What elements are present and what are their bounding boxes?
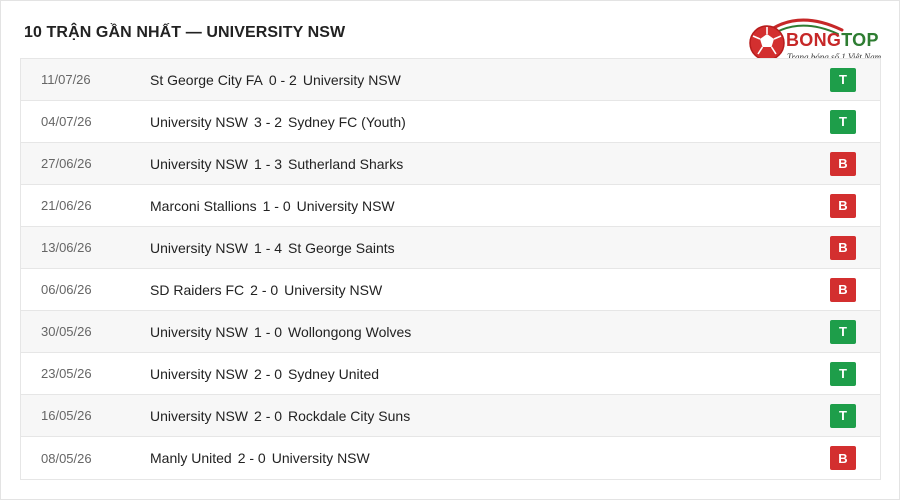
match-line: University NSW 1 - 3 Sutherland Sharks	[150, 156, 403, 172]
match-date: 06/06/26	[41, 282, 92, 297]
page-title: 10 TRẬN GẦN NHẤT — UNIVERSITY NSW	[24, 24, 346, 41]
result-badge: B	[830, 151, 856, 176]
match-date: 16/05/26	[41, 408, 92, 423]
result-badge: B	[830, 277, 856, 302]
match-row[interactable]: 27/06/26 University NSW 1 - 3 Sutherland S…	[21, 143, 880, 185]
home-team: Manly United	[150, 450, 232, 466]
match-score: 2 - 0	[254, 365, 283, 382]
match-date: 13/06/26	[41, 240, 92, 255]
match-score: 2 - 0	[250, 281, 279, 298]
result-badge: B	[830, 446, 856, 470]
away-team: Rockdale City Suns	[288, 407, 411, 424]
match-line: St George City FA 0 - 2 University NSW	[150, 72, 401, 88]
match-score: 1 - 3	[254, 155, 283, 172]
match-line: SD Raiders FC 2 - 0 University NSW	[150, 282, 382, 298]
away-team: University NSW	[296, 197, 395, 214]
result-badge: T	[830, 319, 856, 344]
result-badge: T	[830, 67, 856, 92]
away-team: University NSW	[284, 281, 383, 298]
logo-brand: BONGTOP	[786, 30, 879, 51]
match-score: 1 - 0	[262, 197, 291, 214]
match-score: 3 - 2	[254, 113, 283, 130]
match-score: 2 - 0	[254, 407, 283, 424]
match-row[interactable]: 11/07/26 St George City FA 0 - 2 Universit…	[21, 59, 880, 101]
match-line: University NSW 1 - 4 St George Saints	[150, 240, 395, 256]
logo-brand-bong: BONG	[786, 30, 842, 50]
match-date: 23/05/26	[41, 366, 92, 381]
away-team: University NSW	[271, 450, 370, 466]
match-date: 30/05/26	[41, 324, 92, 339]
match-score: 1 - 0	[254, 323, 283, 340]
result-badge: T	[830, 361, 856, 386]
match-row[interactable]: 16/05/26 University NSW 2 - 0 Rockdale Cit…	[21, 395, 880, 437]
match-date: 21/06/26	[41, 198, 92, 213]
home-team: SD Raiders FC	[150, 281, 245, 298]
match-score: 1 - 4	[254, 239, 283, 256]
soccer-ball-icon	[749, 25, 785, 61]
match-score: 2 - 0	[237, 450, 266, 466]
away-team: St George Saints	[288, 239, 395, 256]
result-badge: B	[830, 193, 856, 218]
match-line: University NSW 2 - 0 Rockdale City Suns	[150, 408, 410, 424]
match-date: 11/07/26	[41, 72, 91, 87]
match-date: 08/05/26	[41, 450, 92, 466]
result-badge: B	[830, 235, 856, 260]
match-row[interactable]: 21/06/26 Marconi Stallions 1 - 0 Universit…	[21, 185, 880, 227]
match-line: University NSW 2 - 0 Sydney United	[150, 366, 379, 382]
match-line: University NSW 1 - 0 Wollongong Wolves	[150, 324, 411, 340]
match-row[interactable]: 06/06/26 SD Raiders FC 2 - 0 University NS…	[21, 269, 880, 311]
away-team: Wollongong Wolves	[288, 323, 412, 340]
away-team: University NSW	[302, 71, 401, 88]
recent-matches-table: 11/07/26 St George City FA 0 - 2 Universit…	[20, 58, 881, 480]
result-badge: T	[830, 109, 856, 134]
home-team: University NSW	[150, 407, 249, 424]
home-team: St George City FA	[150, 71, 263, 88]
away-team: Sydney United	[288, 365, 380, 382]
logo-brand-top: TOP	[841, 30, 879, 50]
match-row[interactable]: 30/05/26 University NSW 1 - 0 Wollongong W…	[21, 311, 880, 353]
home-team: University NSW	[150, 323, 249, 340]
match-row[interactable]: 23/05/26 University NSW 2 - 0 Sydney Unite…	[21, 353, 880, 395]
match-score: 0 - 2	[268, 71, 297, 88]
match-line: Manly United 2 - 0 University NSW	[150, 450, 370, 466]
home-team: University NSW	[150, 365, 249, 382]
away-team: Sutherland Sharks	[288, 155, 404, 172]
away-team: Sydney FC (Youth)	[288, 113, 406, 130]
result-badge: T	[830, 403, 856, 428]
match-line: Marconi Stallions 1 - 0 University NSW	[150, 198, 395, 214]
match-line: University NSW 3 - 2 Sydney FC (Youth)	[150, 114, 406, 130]
match-row[interactable]: 08/05/26 Manly United 2 - 0 University NSW…	[21, 437, 880, 479]
match-row[interactable]: 13/06/26 University NSW 1 - 4 St George Sa…	[21, 227, 880, 269]
home-team: University NSW	[150, 239, 249, 256]
match-row[interactable]: 04/07/26 University NSW 3 - 2 Sydney FC (Y…	[21, 101, 880, 143]
home-team: Marconi Stallions	[150, 197, 257, 214]
home-team: University NSW	[150, 113, 249, 130]
match-date: 04/07/26	[41, 114, 92, 129]
home-team: University NSW	[150, 155, 249, 172]
match-date: 27/06/26	[41, 156, 92, 171]
